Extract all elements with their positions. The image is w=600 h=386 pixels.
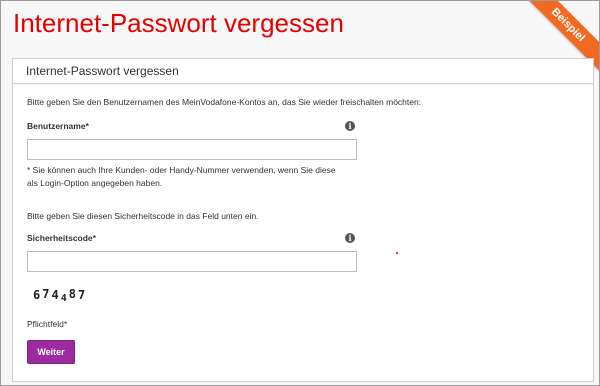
security-code-label: Sicherheitscode* bbox=[27, 233, 96, 243]
captcha-digit: 7 bbox=[77, 288, 88, 302]
form-card: Internet-Passwort vergessen Bitte geben … bbox=[12, 58, 594, 382]
captcha-digit: 8 bbox=[68, 287, 78, 301]
security-code-input[interactable] bbox=[27, 251, 357, 272]
username-input[interactable] bbox=[27, 139, 357, 160]
red-dot-mark bbox=[396, 252, 398, 254]
required-note: Pflichtfeld* bbox=[27, 319, 68, 329]
captcha-digit: 4 bbox=[51, 288, 61, 302]
captcha-digit: 7 bbox=[42, 287, 52, 301]
security-code-info-icon[interactable]: i bbox=[345, 233, 355, 243]
card-header: Internet-Passwort vergessen bbox=[13, 59, 593, 84]
captcha-image: 674487 bbox=[33, 287, 88, 304]
security-intro-text: Bitte geben Sie diesen Sicherheitscode i… bbox=[27, 211, 259, 221]
page-title: Internet-Passwort vergessen bbox=[13, 8, 344, 38]
captcha-digit: 6 bbox=[33, 288, 43, 302]
username-info-icon[interactable]: i bbox=[345, 121, 355, 131]
submit-button[interactable]: Weiter bbox=[27, 340, 75, 364]
username-label: Benutzername* bbox=[27, 121, 89, 131]
window-frame: Internet-Passwort vergessen Beispiel Int… bbox=[0, 0, 600, 386]
intro-text: Bitte geben Sie den Benutzernamen des Me… bbox=[27, 97, 422, 107]
username-hint-line1: * Sie können auch Ihre Kunden- oder Hand… bbox=[27, 165, 336, 175]
captcha-digit: 4 bbox=[60, 293, 69, 304]
username-hint-line2: als Login-Option angegeben haben. bbox=[27, 178, 163, 188]
